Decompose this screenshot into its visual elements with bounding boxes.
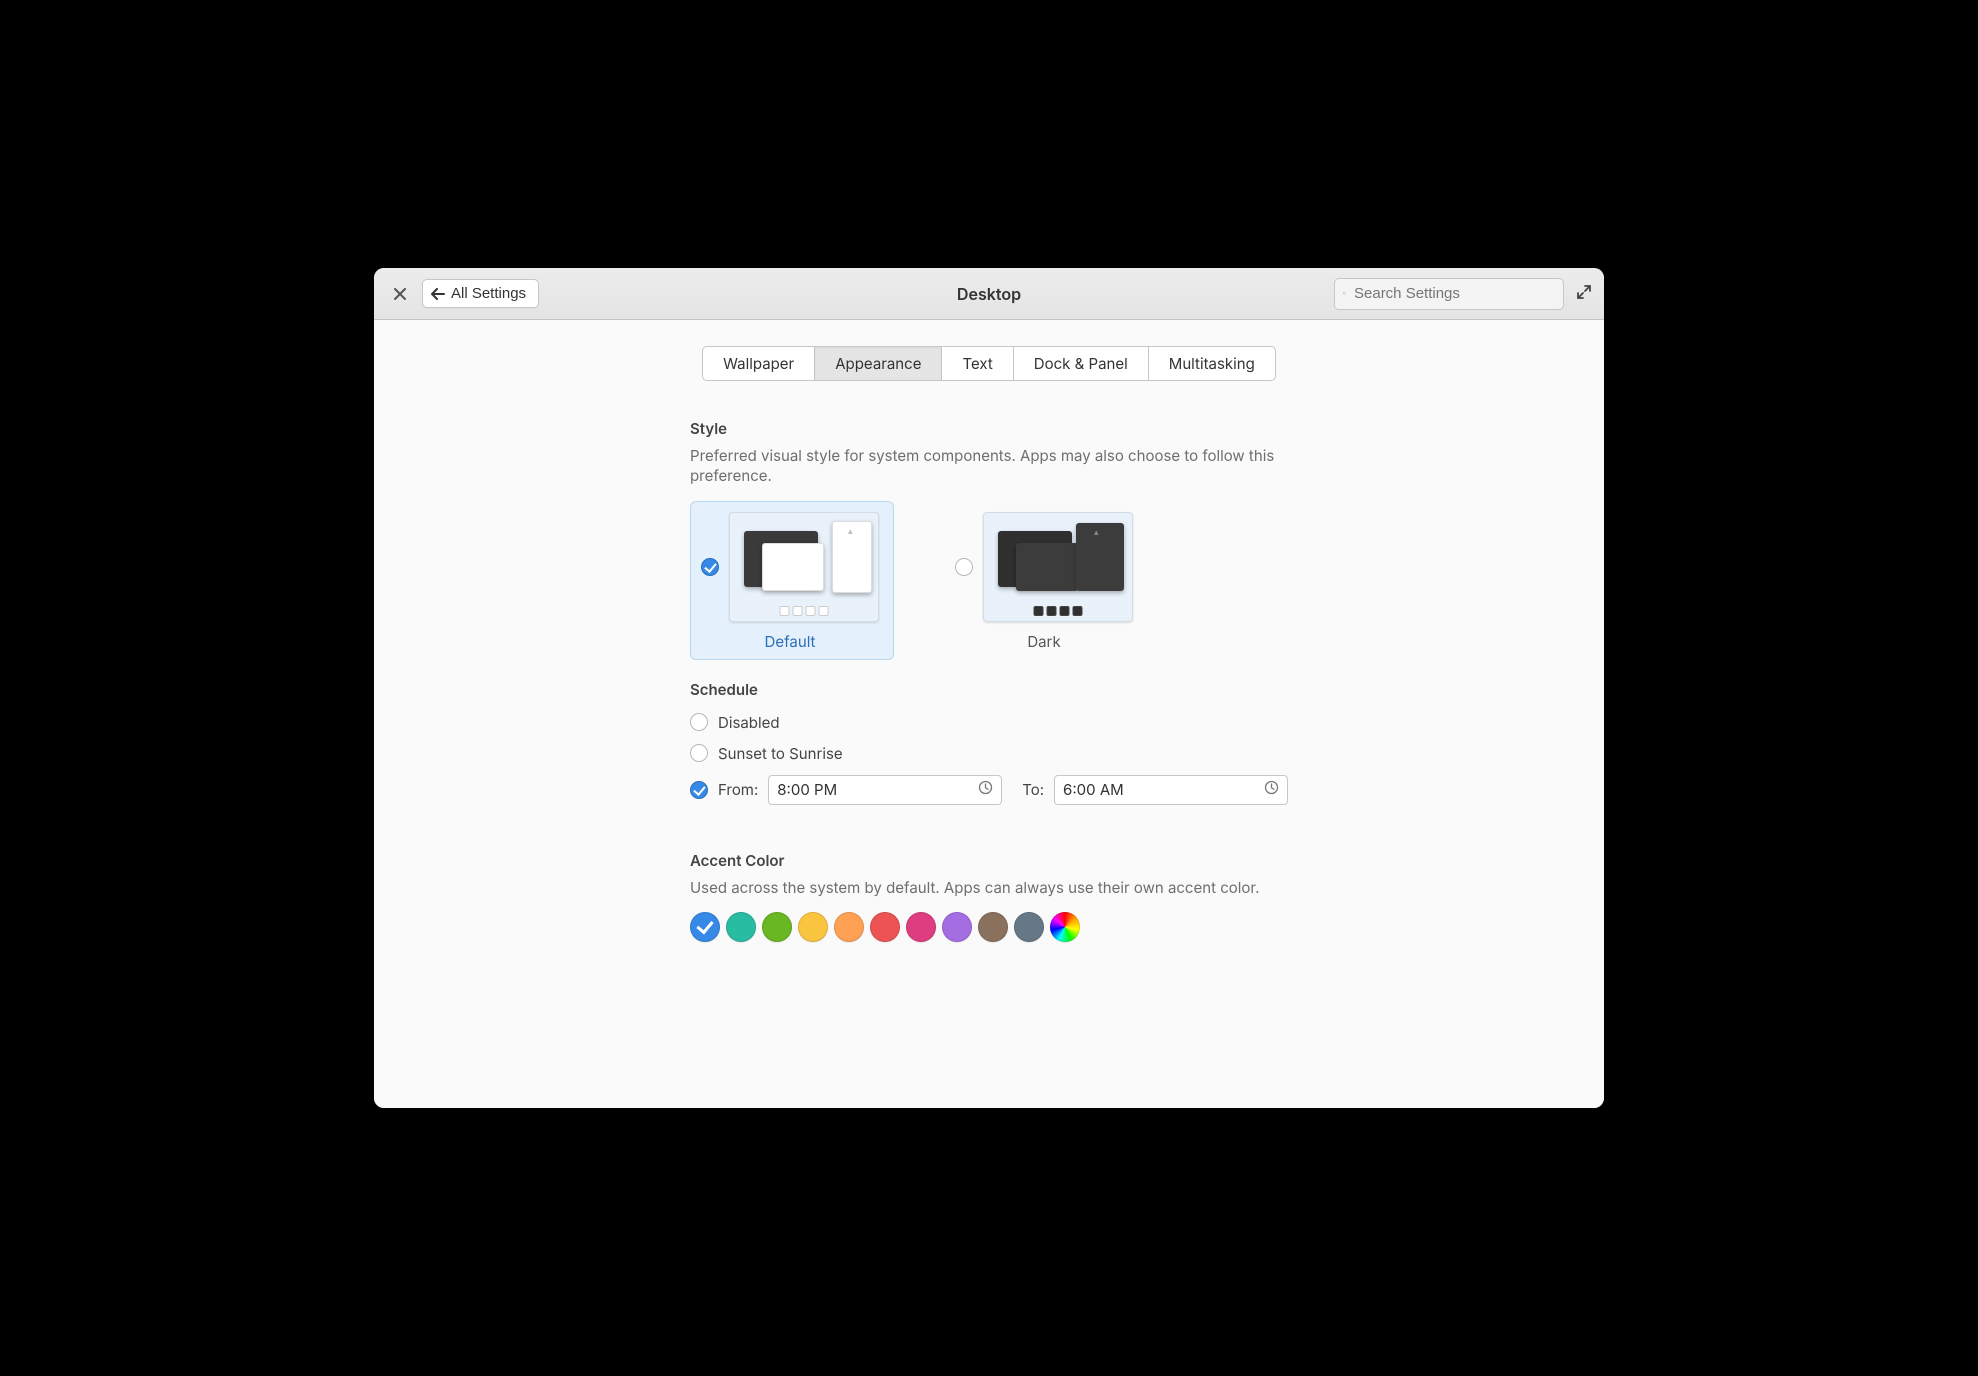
style-dark-radio[interactable] [955, 558, 973, 576]
schedule-disabled-row[interactable]: Disabled [690, 707, 1288, 738]
search-input[interactable] [1352, 284, 1555, 303]
style-dark-preview: ▴ [983, 512, 1133, 622]
accent-description: Used across the system by default. Apps … [690, 878, 1288, 898]
schedule-disabled-label: Disabled [718, 713, 780, 732]
clock-icon [978, 780, 993, 799]
back-arrow-icon [431, 288, 445, 300]
schedule-to-value: 6:00 AM [1063, 780, 1124, 799]
accent-swatch-auto[interactable] [1050, 912, 1080, 942]
appearance-pane: Style Preferred visual style for system … [684, 419, 1294, 942]
maximize-icon [1576, 284, 1592, 300]
schedule-from-value: 8:00 PM [777, 780, 837, 799]
tabs-bar: WallpaperAppearanceTextDock & PanelMulti… [374, 346, 1604, 381]
clock-icon [1264, 780, 1279, 799]
schedule-sunset-label: Sunset to Sunrise [718, 744, 843, 763]
all-settings-label: All Settings [451, 285, 526, 302]
schedule-disabled-radio[interactable] [690, 713, 708, 731]
accent-swatch-purple[interactable] [942, 912, 972, 942]
schedule-heading: Schedule [690, 680, 1288, 699]
all-settings-button[interactable]: All Settings [422, 279, 539, 308]
search-icon [1343, 286, 1346, 301]
close-button[interactable] [386, 280, 414, 308]
content-area: WallpaperAppearanceTextDock & PanelMulti… [374, 320, 1604, 1108]
schedule-to-input[interactable]: 6:00 AM [1054, 775, 1288, 805]
close-icon [394, 288, 406, 300]
accent-swatch-orange[interactable] [834, 912, 864, 942]
schedule-from-input[interactable]: 8:00 PM [768, 775, 1002, 805]
accent-swatches [690, 912, 1288, 942]
accent-swatch-green[interactable] [762, 912, 792, 942]
accent-swatch-pink[interactable] [906, 912, 936, 942]
style-default-preview: ▴ [729, 512, 879, 622]
accent-swatch-teal[interactable] [726, 912, 756, 942]
search-field[interactable] [1334, 278, 1564, 310]
schedule-section: Schedule Disabled Sunset to Sunrise From… [690, 680, 1288, 811]
schedule-fromto-row[interactable]: From: 8:00 PM To: 6:00 AM [690, 769, 1288, 811]
titlebar: All Settings Desktop [374, 268, 1604, 320]
style-default-label: Default [701, 632, 879, 651]
tab-appearance[interactable]: Appearance [815, 347, 942, 380]
accent-heading: Accent Color [690, 851, 1288, 870]
tab-wallpaper[interactable]: Wallpaper [703, 347, 815, 380]
bell-icon: ▴ [1094, 527, 1099, 538]
maximize-button[interactable] [1576, 284, 1592, 304]
accent-section: Accent Color Used across the system by d… [690, 851, 1288, 942]
accent-swatch-yellow[interactable] [798, 912, 828, 942]
style-default-radio[interactable] [701, 558, 719, 576]
schedule-sunset-radio[interactable] [690, 744, 708, 762]
tab-dock-panel[interactable]: Dock & Panel [1014, 347, 1149, 380]
accent-swatch-brown[interactable] [978, 912, 1008, 942]
accent-swatch-red[interactable] [870, 912, 900, 942]
style-option-dark[interactable]: ▴ Dark [944, 501, 1148, 660]
schedule-to-label: To: [1022, 780, 1044, 799]
accent-swatch-blue[interactable] [690, 912, 720, 942]
tab-multitasking[interactable]: Multitasking [1149, 347, 1275, 380]
style-heading: Style [690, 419, 1288, 438]
settings-window: All Settings Desktop WallpaperAppearance… [374, 268, 1604, 1108]
style-options-row: ▴ Default ▴ Dark [690, 501, 1288, 660]
schedule-from-label: From: [718, 780, 758, 799]
accent-swatch-slate[interactable] [1014, 912, 1044, 942]
style-dark-label: Dark [955, 632, 1133, 651]
schedule-fromto-radio[interactable] [690, 781, 708, 799]
bell-icon: ▴ [848, 526, 853, 537]
schedule-sunset-row[interactable]: Sunset to Sunrise [690, 738, 1288, 769]
style-option-default[interactable]: ▴ Default [690, 501, 894, 660]
tab-text[interactable]: Text [942, 347, 1013, 380]
style-description: Preferred visual style for system compon… [690, 446, 1288, 487]
